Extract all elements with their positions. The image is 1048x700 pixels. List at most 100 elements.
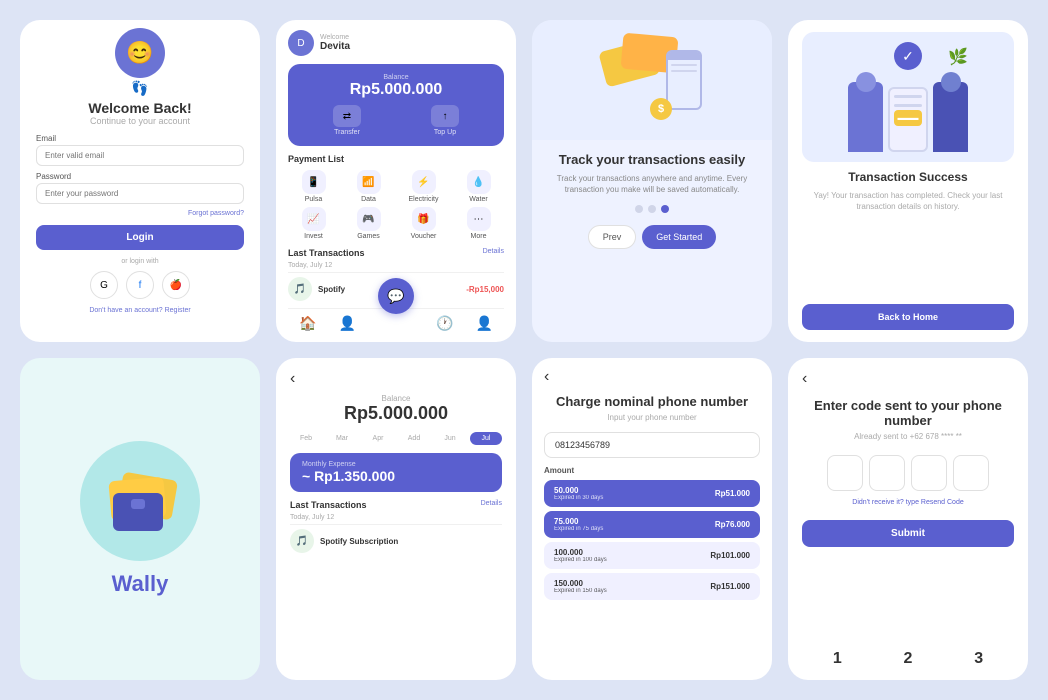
code-input-4[interactable] [953,455,989,491]
phone-charge-title: Charge nominal phone number [556,394,748,409]
nav-history[interactable]: 🕐 [436,315,453,332]
transfer-icon: ⇄ [333,105,361,127]
voucher-label: Voucher [411,233,437,240]
transactions-header: Last Transactions Details [288,248,504,258]
amount-item-75[interactable]: 75.000 Expired in 75 days Rp76.000 [544,511,760,538]
month-apr[interactable]: Apr [362,432,394,445]
login-title: Welcome Back! [88,100,191,116]
code-input-1[interactable] [827,455,863,491]
month-feb[interactable]: Feb [290,432,322,445]
topup-action[interactable]: ↑ Top Up [431,105,459,136]
back-home-button[interactable]: Back to Home [802,304,1014,330]
amount-value: 50.000 Expired in 30 days [554,486,603,501]
num-key-1[interactable]: 1 [833,650,842,668]
register-link[interactable]: Register [165,307,191,314]
user-avatar: D [288,30,314,56]
track-illustration: $ [532,20,772,140]
month-jul[interactable]: Jul [470,432,502,445]
transaction-date: Today, July 12 [288,262,504,269]
register-text: Don't have an account? Register [89,307,190,314]
resend-link[interactable]: Resend Code [921,499,964,506]
phone-back-arrow[interactable]: ‹ [544,368,549,386]
chart-transaction-name: Spotify Subscription [320,537,502,546]
success-scene: ▬▬▬ ✓ 🌿 [848,42,968,152]
apple-login-button[interactable]: 🍎 [162,271,190,299]
electricity-label: Electricity [409,196,439,203]
success-illustration: ▬▬▬ ✓ 🌿 [802,32,1014,162]
invest-icon: 📈 [302,207,326,231]
chart-balance-amount: Rp5.000.000 [344,403,448,424]
amount-label: Amount [544,466,760,475]
payment-item-water[interactable]: 💧 Water [453,170,504,203]
amount-item-150[interactable]: 150.000 Expired in 150 days Rp151.000 [544,573,760,600]
chart-back-arrow[interactable]: ‹ [290,370,295,388]
payment-item-data[interactable]: 📶 Data [343,170,394,203]
month-add[interactable]: Add [398,432,430,445]
electricity-icon: ⚡ [412,170,436,194]
wally-title: Wally [112,571,169,597]
mascot-illustration: 😊 👣 [105,32,175,92]
payment-item-games[interactable]: 🎮 Games [343,207,394,240]
data-label: Data [361,196,376,203]
password-input[interactable] [36,183,244,204]
chat-button[interactable]: 💬 [378,278,414,314]
submit-button[interactable]: Submit [802,520,1014,547]
password-label: Password [36,172,244,181]
chart-transactions-header: Last Transactions Details [290,500,502,510]
welcome-text: Welcome [320,34,350,41]
payment-item-invest[interactable]: 📈 Invest [288,207,339,240]
expense-amount: ~ Rp1.350.000 [302,468,490,484]
chart-details-link[interactable]: Details [481,500,502,510]
phone-number-input[interactable] [544,432,760,458]
pagination-dots [548,205,756,213]
forgot-password-link[interactable]: Forgot password? [36,210,244,217]
amount-item-50[interactable]: 50.000 Expired in 30 days Rp51.000 [544,480,760,507]
enter-code-card: ‹ Enter code sent to your phone number A… [788,358,1028,680]
code-input-2[interactable] [869,455,905,491]
payment-item-electricity[interactable]: ⚡ Electricity [398,170,449,203]
transfer-label: Transfer [334,129,360,136]
chart-transactions-title: Last Transactions [290,500,481,510]
wally-circle [80,441,200,561]
water-icon: 💧 [467,170,491,194]
amount-item-100[interactable]: 100.000 Expired in 100 days Rp101.000 [544,542,760,569]
balance-box: Balance Rp5.000.000 ⇄ Transfer ↑ Top Up [288,64,504,146]
invest-label: Invest [304,233,323,240]
user-info: Welcome Devita [320,34,350,52]
phone-charge-subtitle: Input your phone number [607,413,696,422]
login-button[interactable]: Login [36,225,244,250]
payment-list-title: Payment List [288,154,504,164]
next-button[interactable]: Get Started [642,225,716,249]
plants-decoration: 🌿 [948,47,968,67]
track-description: Track your transactions anywhere and any… [548,173,756,195]
month-jun[interactable]: Jun [434,432,466,445]
payment-item-pulsa[interactable]: 📱 Pulsa [288,170,339,203]
code-back-arrow[interactable]: ‹ [802,370,807,388]
transfer-action[interactable]: ⇄ Transfer [333,105,361,136]
payment-item-more[interactable]: ⋯ More [453,207,504,240]
dashboard-card: D Welcome Devita Balance Rp5.000.000 ⇄ T… [276,20,516,342]
chart-transaction-date: Today, July 12 [290,514,502,521]
payment-item-voucher[interactable]: 🎁 Voucher [398,207,449,240]
nav-home[interactable]: 🏠 [299,315,316,332]
details-link[interactable]: Details [483,248,504,258]
dashboard-header: D Welcome Devita [288,30,504,56]
phone-illustration [666,50,702,110]
social-login-row: G f 🍎 [90,271,190,299]
transaction-amount: -Rp15,000 [466,285,504,294]
person-right [933,82,968,152]
phone-charge-card: ‹ Charge nominal phone number Input your… [532,358,772,680]
code-input-3[interactable] [911,455,947,491]
topup-icon: ↑ [431,105,459,127]
num-key-2[interactable]: 2 [904,650,913,668]
track-content: Track your transactions easily Track you… [532,140,772,342]
prev-button[interactable]: Prev [588,225,637,249]
google-login-button[interactable]: G [90,271,118,299]
dollar-badge: $ [650,98,672,120]
nav-profile[interactable]: 👤 [476,315,493,332]
month-mar[interactable]: Mar [326,432,358,445]
nav-wallet[interactable]: 👤 [339,315,356,332]
email-input[interactable] [36,145,244,166]
num-key-3[interactable]: 3 [974,650,983,668]
facebook-login-button[interactable]: f [126,271,154,299]
